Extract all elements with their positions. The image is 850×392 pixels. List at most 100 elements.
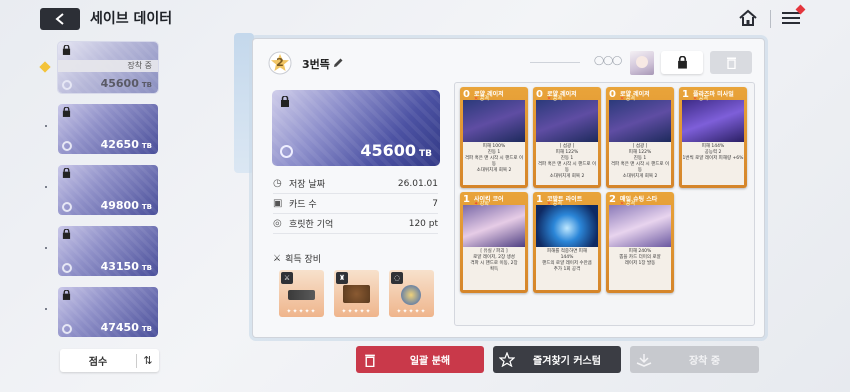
card-item[interactable]: 0 로얄 레이저 ✕ 공격 피해 100% 진동 1 격파 혹은 맨 시작 시 … — [460, 87, 528, 188]
divider-dot — [45, 247, 47, 249]
stat-label: 흐릿한 기억 — [289, 220, 334, 230]
lock-icon — [677, 56, 687, 69]
menu-icon[interactable] — [782, 10, 800, 26]
sort-label: 점수 — [88, 357, 108, 368]
card-description: 피해 240% 뽑을 카드 더미의 로얄 레이저 1장 발동 — [609, 247, 671, 290]
equipment-stars: ✦✦✦✦✦ — [341, 308, 372, 315]
divider-dot — [45, 125, 47, 127]
card-item[interactable]: 1 플라즈마 미사일 ✕ 공격 피해 144% 공능력 2 1번씩 로얄 레이저… — [679, 87, 747, 188]
selected-slot-marker-icon — [39, 61, 51, 73]
card-description: [ 섬광 ] 피해 122% 진동 1 격파 혹은 맨 시작 시 핸드로 이동 … — [609, 142, 671, 185]
trash-icon — [356, 353, 384, 367]
card-cost: 1 — [463, 194, 470, 205]
save-slot[interactable]: 49800 TB — [58, 165, 158, 215]
slot-score: 45600 TB — [100, 77, 152, 90]
equipped-label: 장착 중 — [58, 60, 158, 72]
card-type: ✕ 공격 — [547, 201, 562, 207]
bulk-dismantle-button[interactable]: 일괄 분해 — [356, 346, 484, 373]
stat-value: 26.01.01 — [397, 178, 438, 189]
character-avatar[interactable] — [630, 51, 654, 75]
equipment-item[interactable]: ⚔ ✦✦✦✦✦ — [279, 270, 324, 317]
star-edit-icon — [493, 352, 521, 367]
equipment-title-label: 획득 장비 — [285, 255, 322, 265]
card-cost: 2 — [609, 194, 616, 205]
card-item[interactable]: 1 코발트 라이트 ✕ 공격 피해를 적중하면 피해 144% 핸드의 로얄 레… — [533, 192, 601, 293]
stat-card-count: ▣ 카드 수 7 — [273, 194, 438, 214]
save-slot-list: 장착 중 45600 TB 42650 TB 49800 TB 43150 TB 474… — [57, 41, 159, 348]
divider-dot — [45, 186, 47, 188]
card-item[interactable]: 1 사이킥 코어 ✦ 강화 [ 유실 / 파괴 ] 로얄 레이저, 2장 생성 … — [460, 192, 528, 293]
trash-icon — [726, 57, 736, 69]
armor-icon: ♜ — [336, 272, 348, 284]
sort-toggle-icon[interactable]: ⇅ — [137, 354, 159, 367]
header-line — [530, 62, 580, 63]
spiral-icon — [62, 80, 72, 90]
lock-icon — [281, 96, 289, 107]
equip-icon — [630, 353, 658, 367]
home-icon[interactable] — [738, 9, 758, 27]
equipment-stars: ✦✦✦✦✦ — [286, 308, 317, 315]
lock-icon — [62, 229, 71, 239]
slot-score: 47450 TB — [100, 321, 152, 334]
stat-label: 카드 수 — [289, 200, 317, 210]
card-type: ✕ 공격 — [547, 96, 562, 102]
favorite-custom-label: 즐겨찾기 커스텀 — [533, 356, 601, 367]
delete-button[interactable] — [710, 51, 752, 74]
rank-number: 2 — [276, 56, 284, 69]
spiral-icon — [62, 141, 72, 151]
lock-icon — [62, 168, 71, 178]
deck-score: 45600 TB — [360, 141, 432, 160]
lock-icon — [62, 45, 71, 55]
sort-button[interactable]: 점수 ⇅ — [60, 349, 159, 372]
deck-score-card: 45600 TB — [272, 90, 440, 166]
lock-button[interactable] — [661, 51, 703, 74]
card-description: 피해 144% 공능력 2 1번씩 로얄 레이저 피해량 +6% — [682, 142, 744, 185]
favorite-custom-button[interactable]: 즐겨찾기 커스텀 — [493, 346, 621, 373]
equipment-item[interactable]: ◌ ✦✦✦✦✦ — [389, 270, 434, 317]
equipment-item[interactable]: ♜ ✦✦✦✦✦ — [334, 270, 379, 317]
card-art — [609, 100, 671, 142]
spiral-icon — [280, 145, 293, 158]
save-slot[interactable]: 장착 중 45600 TB — [57, 41, 159, 94]
card-art — [463, 100, 525, 142]
stat-save-date: ◷ 저장 날짜 26.01.01 — [273, 174, 438, 194]
card-description: 피해를 적중하면 피해 144% 핸드의 로얄 레이저 수만큼 추가 1회 공격 — [536, 247, 598, 290]
card-cost: 0 — [536, 89, 543, 100]
header-divider — [770, 10, 771, 28]
back-button[interactable] — [40, 8, 80, 30]
card-item[interactable]: 0 로얄 레이저 ✕ 공격 [ 섬광 ] 피해 122% 진동 1 격파 혹은 … — [606, 87, 674, 188]
card-art — [463, 205, 525, 247]
ring-icon: ◌ — [391, 272, 403, 284]
deck-name: 3번뜩 — [302, 58, 330, 71]
card-art — [609, 205, 671, 247]
card-art — [536, 100, 598, 142]
edit-pencil-icon[interactable] — [333, 57, 344, 68]
card-item[interactable]: 0 로얄 레이저 ✕ 공격 [ 섬광 ] 피해 122% 진동 1 격파 혹은 … — [533, 87, 601, 188]
panel-frame-decoration — [234, 33, 254, 173]
equip-button[interactable]: 장착 중 — [630, 346, 759, 373]
deck-stats: ◷ 저장 날짜 26.01.01 ▣ 카드 수 7 ◎ 흐릿한 기억 120 p… — [273, 174, 438, 234]
back-arrow-icon — [55, 13, 64, 25]
stat-label: 저장 날짜 — [289, 180, 325, 190]
cards-icon: ▣ — [273, 198, 283, 209]
slot-score: 42650 TB — [100, 138, 152, 151]
save-slot[interactable]: 47450 TB — [58, 287, 158, 337]
stat-memory: ◎ 흐릿한 기억 120 pt — [273, 214, 438, 234]
equip-label: 장착 중 — [688, 356, 721, 367]
armor-image — [343, 285, 370, 303]
card-cost: 1 — [536, 194, 543, 205]
card-type: ✕ 공격 — [474, 96, 489, 102]
card-type: ✕ 공격 — [620, 201, 635, 207]
save-slot[interactable]: 43150 TB — [58, 226, 158, 276]
card-type: ✦ 강화 — [474, 201, 489, 207]
card-item[interactable]: 2 매일 슈팅 스타 ✕ 공격 피해 240% 뽑을 카드 더미의 로얄 레이저… — [606, 192, 674, 293]
slot-score: 43150 TB — [100, 260, 152, 273]
save-slot[interactable]: 42650 TB — [58, 104, 158, 154]
equipment-title: ⚔ 획득 장비 — [273, 252, 322, 266]
card-cost: 0 — [609, 89, 616, 100]
card-description: 피해 100% 진동 1 격파 혹은 맨 시작 시 핸드로 이동 소대위치게 회… — [463, 142, 525, 185]
card-cost: 1 — [682, 89, 689, 100]
spiral-icon — [62, 263, 72, 273]
page-title: 세이브 데이터 — [90, 11, 173, 27]
card-description: [ 섬광 ] 피해 122% 진동 1 격파 혹은 맨 시작 시 핸드로 이동 … — [536, 142, 598, 185]
